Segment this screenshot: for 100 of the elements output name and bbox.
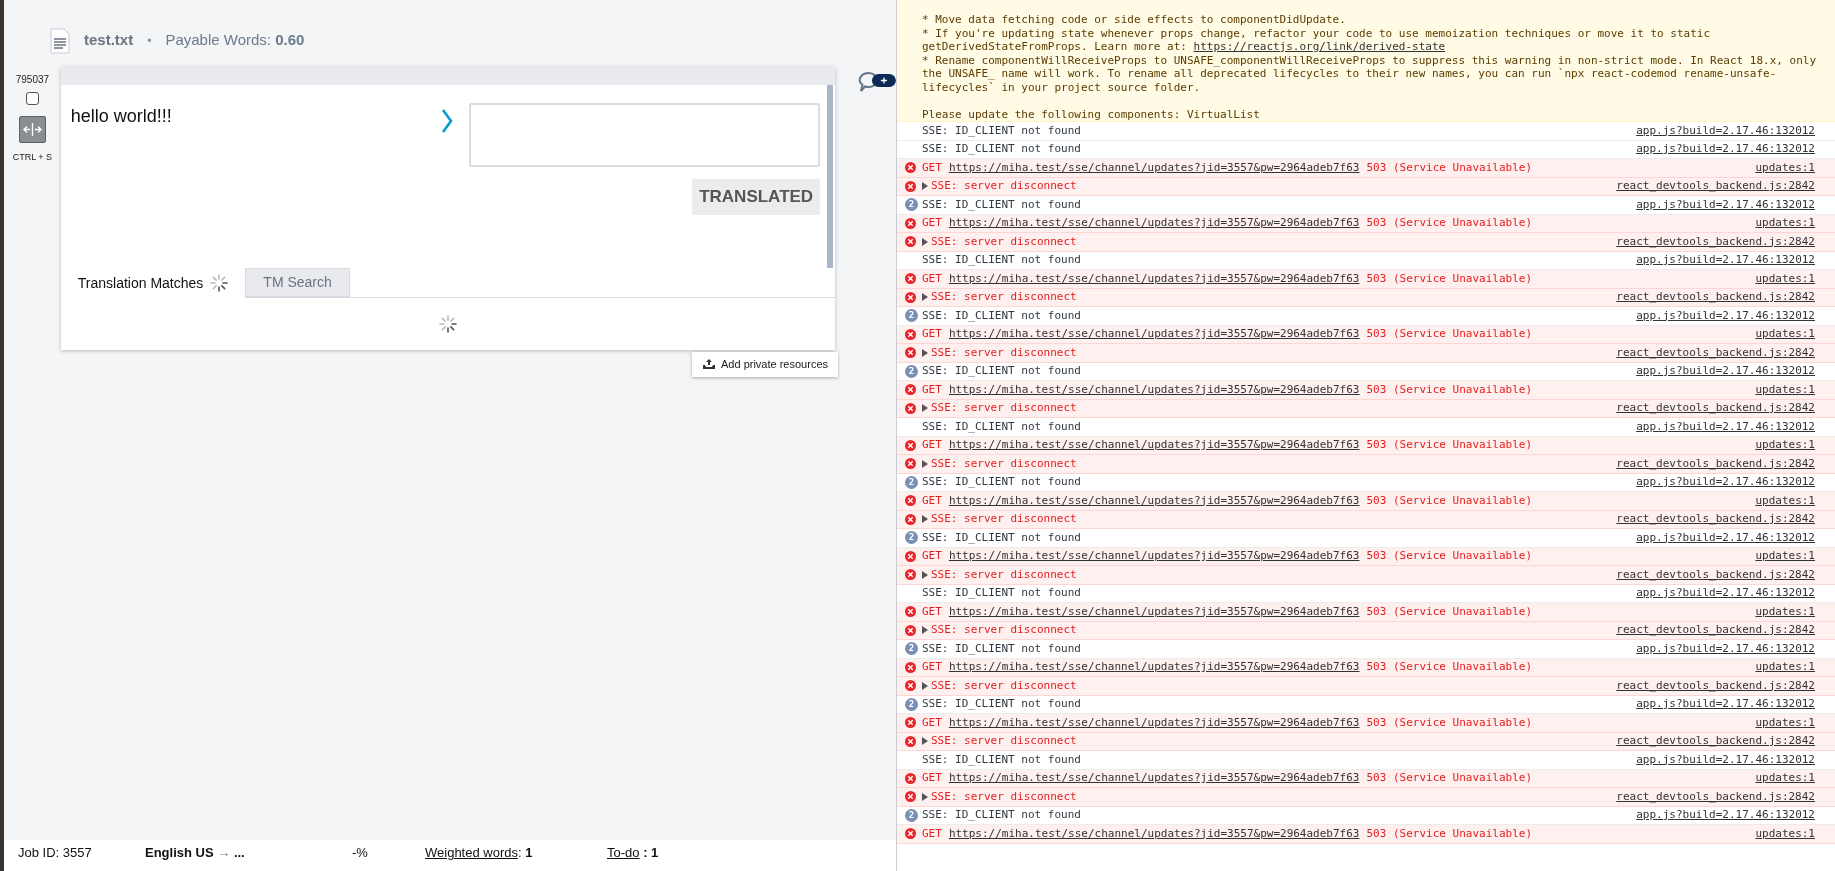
source-link[interactable]: updates:1: [1755, 215, 1815, 232]
source-link[interactable]: updates:1: [1755, 437, 1815, 454]
repeat-count-badge: 2: [905, 198, 918, 212]
log-message: SSE: ID_CLIENT not found: [922, 141, 1081, 157]
request-status: 503 (Service Unavailable): [1366, 159, 1533, 176]
segment-id: 795037: [15, 73, 50, 87]
error-icon: [905, 550, 916, 562]
repeat-count-badge: 2: [905, 364, 918, 378]
request-url-link[interactable]: https://miha.test/sse/channel/updates?jid=3557&pw=2964adeb7f63: [948, 270, 1360, 287]
error-icon: [905, 236, 916, 248]
source-link[interactable]: updates:1: [1755, 714, 1815, 731]
expand-triangle-icon[interactable]: [922, 293, 928, 302]
source-link[interactable]: app.js?build=2.17.46:132012: [1636, 141, 1815, 158]
segment-checkbox[interactable]: [25, 92, 39, 105]
expand-triangle-icon[interactable]: [922, 404, 928, 413]
source-link[interactable]: react_devtools_backend.js:2842: [1616, 344, 1815, 361]
source-link[interactable]: app.js?build=2.17.46:132012: [1636, 696, 1815, 713]
repeat-count-badge: 2: [905, 697, 918, 711]
add-private-resources-button[interactable]: Add private resources: [692, 352, 838, 377]
source-link[interactable]: react_devtools_backend.js:2842: [1616, 511, 1815, 528]
source-link[interactable]: app.js?build=2.17.46:132012: [1636, 585, 1815, 602]
expand-triangle-icon[interactable]: [922, 515, 928, 524]
log-message: SSE: server disconnect: [931, 511, 1077, 527]
source-link[interactable]: app.js?build=2.17.46:132012: [1636, 307, 1815, 324]
source-link[interactable]: app.js?build=2.17.46:132012: [1636, 252, 1815, 269]
warning-message: * Move data fetching code or side effects to componentDidUpdate. * If you're updating state whenever props change, refactor your code to use memoization techniques or move it to static getDerivedStateFromProps. Learn more at: https://reactjs.org/link/derived-state * Rename componentWillReceiveProps to UNSAFE_componentWillReceiveProps to suppress this warning in non-strict mode. In React 18.x, only the UNSAFE_ name will work. To rename all deprecated lifecycles to their new names, you can run `npx react-codemod rename-unsafe- lifecycles` in your project source folder. Please update the following components: VirtualList: [897, 0, 1835, 122]
expand-triangle-icon[interactable]: [922, 792, 928, 801]
request-url-link[interactable]: https://miha.test/sse/channel/updates?jid=3557&pw=2964adeb7f63: [948, 770, 1360, 787]
repeat-count-badge: 2: [905, 642, 918, 656]
expand-triangle-icon[interactable]: [922, 348, 928, 357]
source-link[interactable]: updates:1: [1755, 603, 1815, 620]
source-link[interactable]: updates:1: [1755, 326, 1815, 343]
log-message: SSE: ID_CLIENT not found: [922, 807, 1081, 823]
source-link[interactable]: app.js?build=2.17.46:132012: [1636, 751, 1815, 768]
log-message: SSE: ID_CLIENT not found: [922, 363, 1081, 379]
source-link[interactable]: app.js?build=2.17.46:132012: [1636, 122, 1815, 139]
expand-triangle-icon[interactable]: [922, 737, 928, 746]
log-message: SSE: ID_CLIENT not found: [922, 307, 1081, 324]
expand-triangle-icon[interactable]: [922, 182, 928, 191]
add-comment-icon[interactable]: [858, 71, 896, 95]
request-url-link[interactable]: https://miha.test/sse/channel/updates?jid=3557&pw=2964adeb7f63: [948, 603, 1360, 620]
weighted-words-stat: Weighted words: 1: [425, 844, 534, 862]
todo-stat: To-do : 1: [607, 844, 659, 862]
request-url-link[interactable]: https://miha.test/sse/channel/updates?jid=3557&pw=2964adeb7f63: [948, 825, 1360, 842]
request-url-link[interactable]: https://miha.test/sse/channel/updates?jid=3557&pw=2964adeb7f63: [948, 159, 1360, 176]
request-url-link[interactable]: https://miha.test/sse/channel/updates?jid=3557&pw=2964adeb7f63: [948, 381, 1360, 398]
expand-triangle-icon[interactable]: [922, 626, 928, 635]
source-link[interactable]: react_devtools_backend.js:2842: [1616, 289, 1815, 306]
source-link[interactable]: updates:1: [1755, 659, 1815, 676]
source-link[interactable]: react_devtools_backend.js:2842: [1616, 455, 1815, 472]
source-link[interactable]: app.js?build=2.17.46:132012: [1636, 474, 1815, 491]
request-url-link[interactable]: https://miha.test/sse/channel/updates?jid=3557&pw=2964adeb7f63: [948, 659, 1360, 676]
expand-triangle-icon[interactable]: [922, 570, 928, 579]
request-url-link[interactable]: https://miha.test/sse/channel/updates?jid=3557&pw=2964adeb7f63: [948, 548, 1360, 565]
log-message: SSE: server disconnect: [931, 289, 1077, 305]
source-link[interactable]: app.js?build=2.17.46:132012: [1636, 529, 1815, 546]
source-link[interactable]: updates:1: [1755, 825, 1815, 842]
request-url-link[interactable]: https://miha.test/sse/channel/updates?jid=3557&pw=2964adeb7f63: [948, 492, 1360, 509]
scrollbar[interactable]: [827, 85, 834, 268]
source-link[interactable]: app.js?build=2.17.46:132012: [1636, 418, 1815, 435]
log-message: SSE: ID_CLIENT not found: [922, 751, 1081, 768]
source-link[interactable]: react_devtools_backend.js:2842: [1616, 677, 1815, 694]
source-link[interactable]: react_devtools_backend.js:2842: [1616, 566, 1815, 583]
tab[interactable]: TM Search: [245, 268, 350, 297]
source-link[interactable]: react_devtools_backend.js:2842: [1616, 733, 1815, 750]
error-icon: [905, 791, 916, 803]
request-url-link[interactable]: https://miha.test/sse/channel/updates?jid=3557&pw=2964adeb7f63: [948, 714, 1360, 731]
source-link[interactable]: react_devtools_backend.js:2842: [1616, 178, 1815, 195]
request-url-link[interactable]: https://miha.test/sse/channel/updates?jid=3557&pw=2964adeb7f63: [948, 326, 1360, 343]
source-link[interactable]: react_devtools_backend.js:2842: [1616, 400, 1815, 417]
request-status: 503 (Service Unavailable): [1366, 659, 1533, 675]
error-icon: [905, 458, 916, 470]
source-link[interactable]: app.js?build=2.17.46:132012: [1636, 196, 1815, 213]
translated-button[interactable]: TRANSLATED: [692, 179, 821, 215]
source-link[interactable]: updates:1: [1755, 159, 1815, 176]
source-link[interactable]: react_devtools_backend.js:2842: [1616, 788, 1815, 805]
request-status: 503 (Service Unavailable): [1366, 603, 1533, 620]
source-link[interactable]: updates:1: [1755, 381, 1815, 398]
source-link[interactable]: app.js?build=2.17.46:132012: [1636, 807, 1815, 824]
request-url-link[interactable]: https://miha.test/sse/channel/updates?jid=3557&pw=2964adeb7f63: [948, 437, 1360, 454]
tab[interactable]: Translation Matches: [60, 268, 246, 298]
error-icon: [905, 513, 916, 525]
request-method: GET: [922, 603, 942, 620]
source-link[interactable]: updates:1: [1755, 492, 1815, 509]
source-link[interactable]: react_devtools_backend.js:2842: [1616, 622, 1815, 639]
source-link[interactable]: updates:1: [1755, 770, 1815, 787]
source-link[interactable]: updates:1: [1755, 270, 1815, 287]
request-url-link[interactable]: https://miha.test/sse/channel/updates?jid=3557&pw=2964adeb7f63: [948, 215, 1360, 232]
source-link[interactable]: app.js?build=2.17.46:132012: [1636, 640, 1815, 657]
expand-triangle-icon[interactable]: [922, 681, 928, 690]
split-segment-button[interactable]: [18, 116, 46, 143]
source-link[interactable]: app.js?build=2.17.46:132012: [1636, 363, 1815, 380]
source-link[interactable]: updates:1: [1755, 548, 1815, 565]
source-text: hello world!!!: [69, 105, 173, 128]
docs-link[interactable]: https://reactjs.org/link/derived-state: [1193, 40, 1446, 53]
source-link[interactable]: react_devtools_backend.js:2842: [1616, 233, 1815, 250]
target-input[interactable]: [469, 103, 821, 167]
expand-triangle-icon[interactable]: [922, 459, 928, 468]
error-icon: [905, 495, 916, 507]
expand-triangle-icon[interactable]: [922, 237, 928, 246]
